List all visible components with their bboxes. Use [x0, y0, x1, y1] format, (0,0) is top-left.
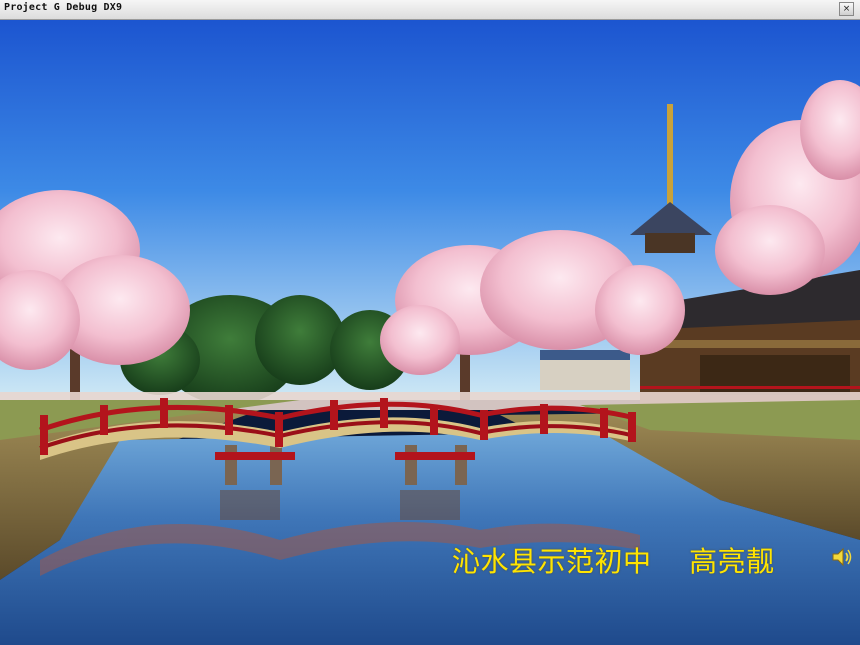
app-window: Project G Debug DX9 × 沁水县示范初中 高亮靓	[0, 0, 860, 645]
close-button[interactable]: ×	[839, 2, 854, 16]
title-bar: Project G Debug DX9 ×	[0, 0, 860, 20]
close-icon: ×	[842, 4, 851, 14]
caption-text: 沁水县示范初中 高亮靓	[452, 545, 775, 578]
speaker-icon[interactable]	[830, 546, 852, 568]
window-title: Project G Debug DX9	[4, 2, 123, 13]
